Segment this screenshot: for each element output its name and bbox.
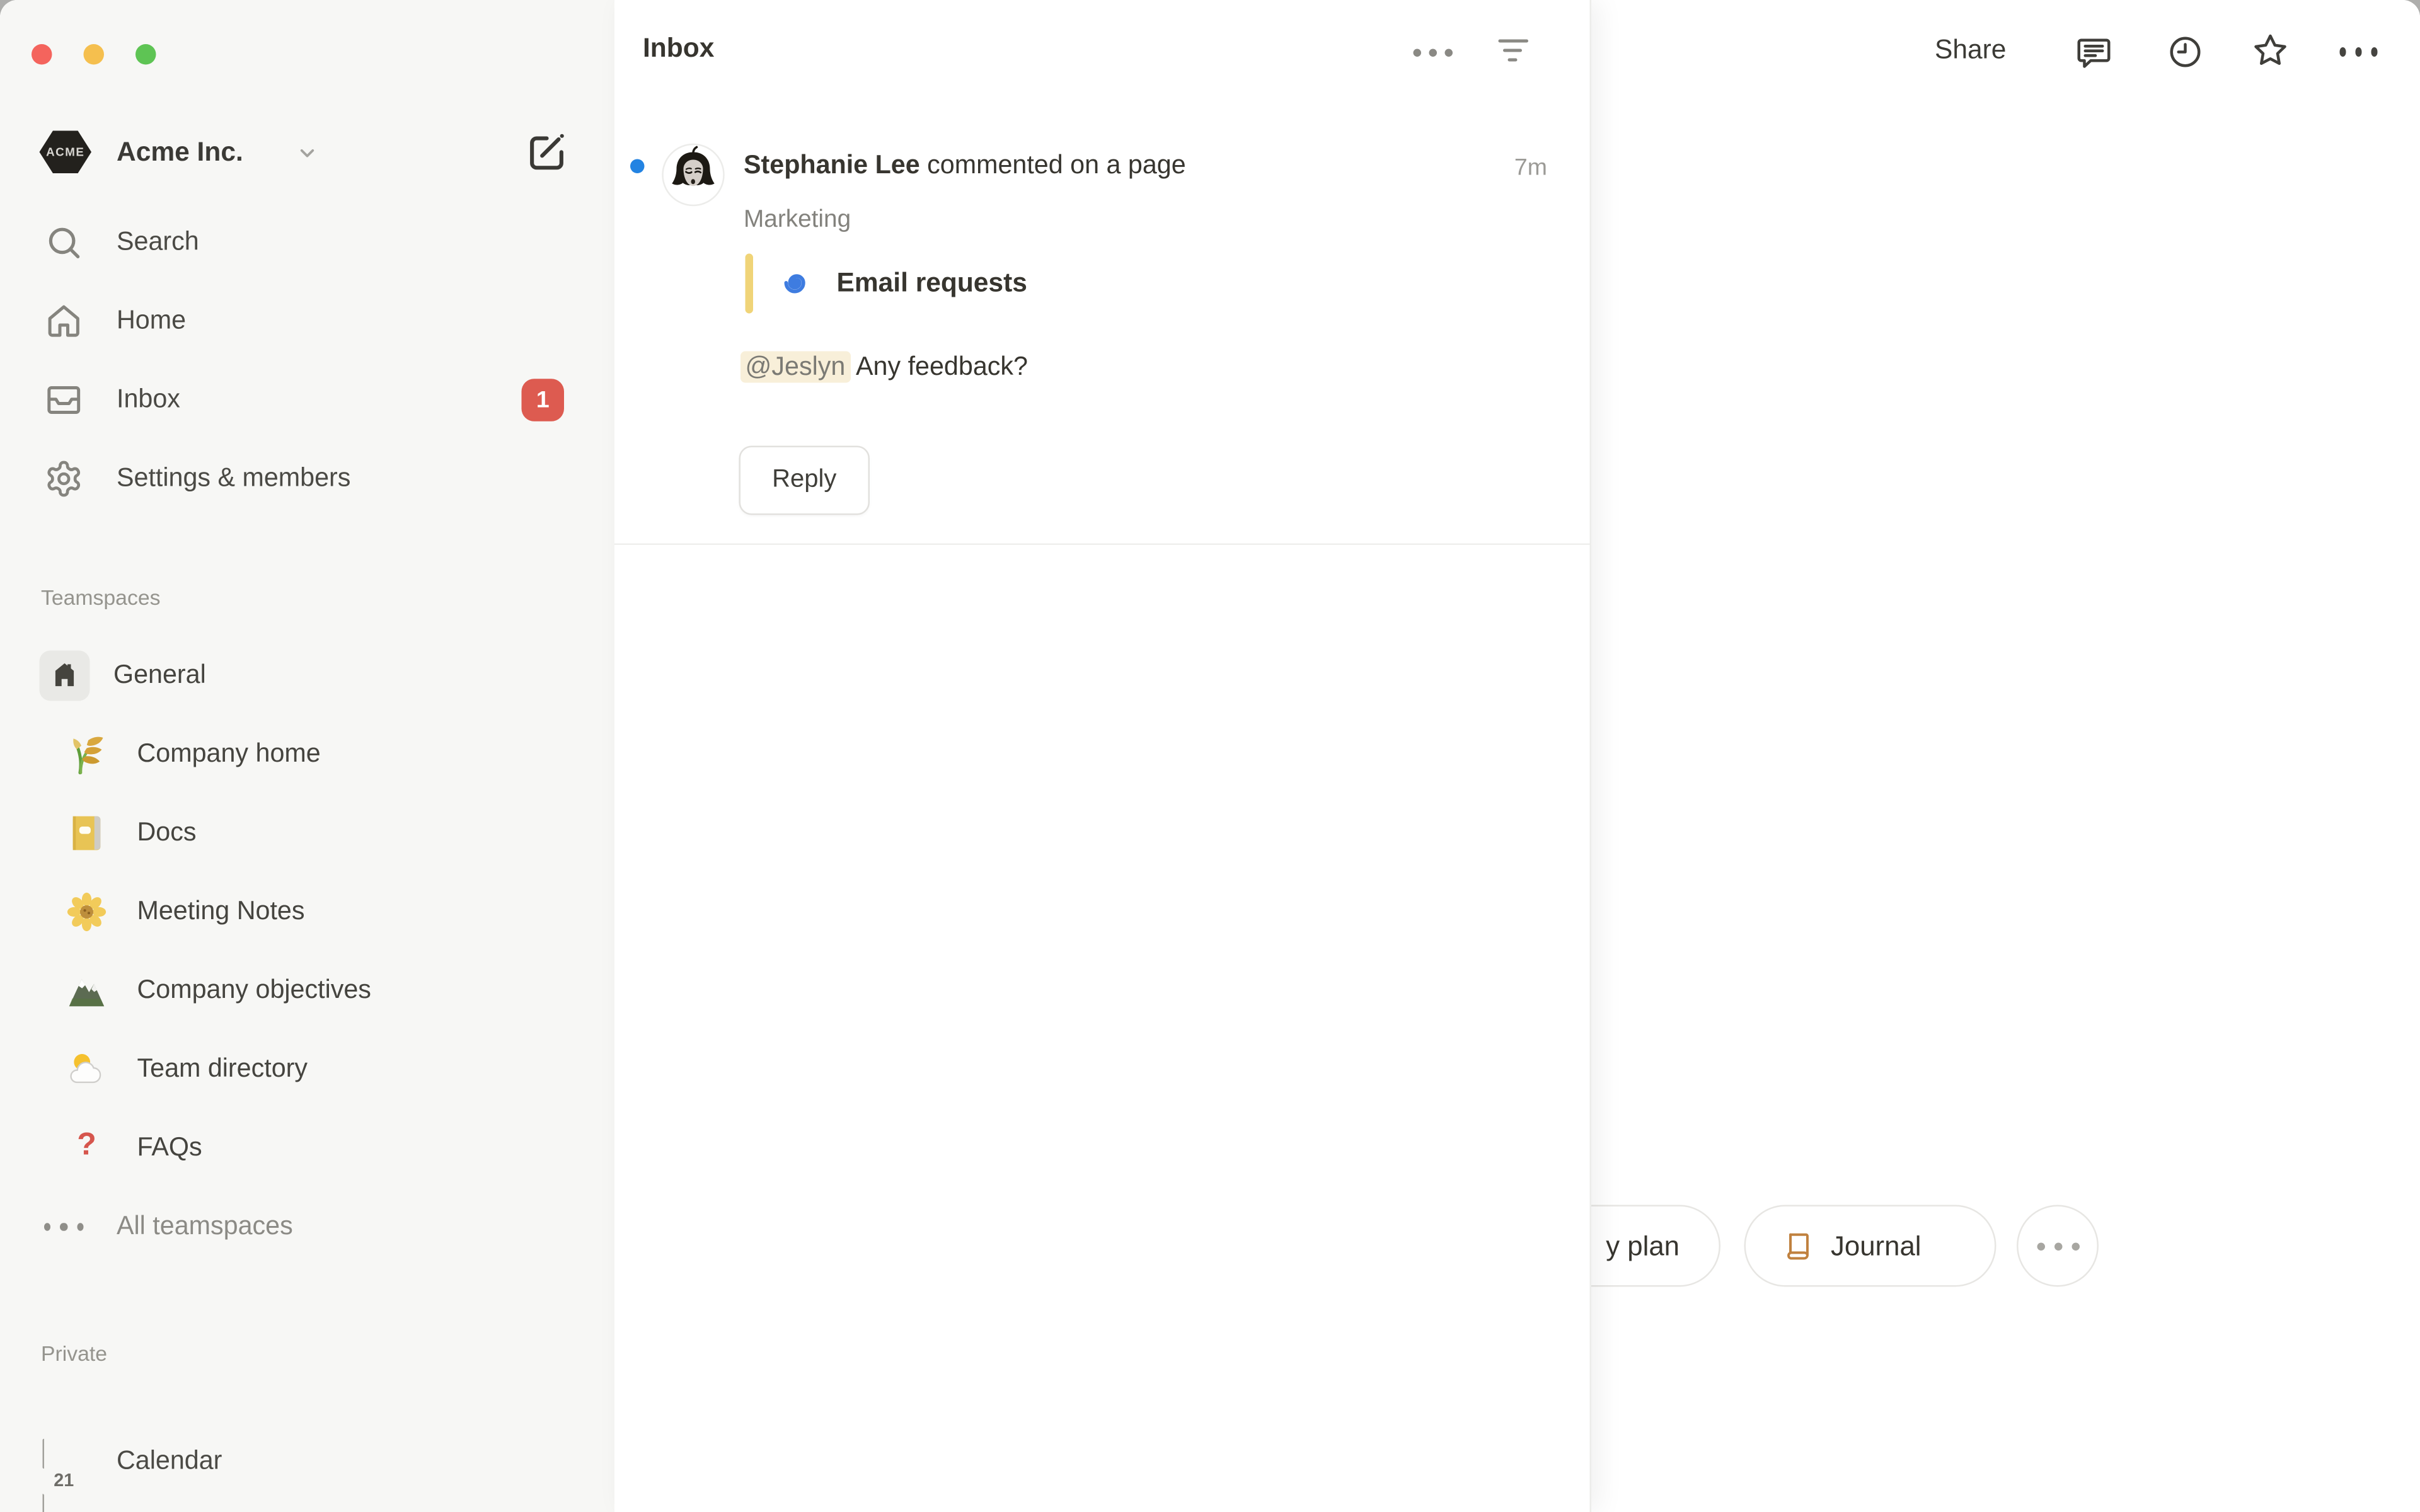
comment-text: Any feedback? [856,353,1028,381]
app-window: ACME Acme Inc. Search Home Inbox 1 [0,0,2420,1512]
mountain-icon [65,969,109,1013]
sidebar-item-search[interactable]: Search [0,203,614,282]
inbox-title: Inbox [643,33,714,65]
mention-chip[interactable]: @Jeslyn [740,352,850,383]
sidebar-item-docs[interactable]: Docs [0,794,614,873]
share-button[interactable]: Share [1935,35,2006,66]
gear-icon [44,459,84,499]
calendar-icon: 21 [43,1440,86,1483]
home-icon [44,302,84,341]
teamspace-label: FAQs [137,1133,202,1164]
sidebar-item-label: Home [117,306,186,336]
sidebar-item-team-directory[interactable]: Team directory [0,1030,614,1109]
private-list: 21 Calendar [0,1423,614,1501]
chevron-down-icon [296,142,318,164]
sidebar-item-faqs[interactable]: ? FAQs [0,1109,614,1188]
teamspaces-section-header[interactable]: Teamspaces [41,586,160,610]
notification-divider [614,544,1590,546]
journal-page-pill[interactable]: Journal [1744,1205,1997,1287]
private-item-label: Calendar [117,1446,222,1477]
workspace-logo-text: ACME [46,145,84,159]
window-zoom-button[interactable] [135,44,156,65]
teamspace-label: All teamspaces [117,1212,293,1242]
sun-behind-cloud-icon [65,1048,109,1092]
cyclone-icon [778,266,813,301]
sidebar-item-company-home[interactable]: Company home [0,715,614,794]
teamspace-label: Team directory [137,1055,308,1085]
sidebar-item-general[interactable]: General [0,636,614,715]
sidebar-item-company-objectives[interactable]: Company objectives [0,951,614,1030]
inbox-unread-badge: 1 [522,379,565,421]
avatar [662,144,725,207]
sidebar-item-label: Inbox [117,385,180,415]
sidebar-nav: Search Home Inbox 1 Settings & members [0,203,614,518]
ellipsis-icon [44,1207,84,1247]
inbox-more-icon[interactable] [1407,37,1458,68]
sheaf-of-rice-icon [65,733,109,777]
journal-icon [1782,1229,1816,1263]
comments-icon[interactable] [2075,33,2113,71]
sidebar-item-meeting-notes[interactable]: Meeting Notes [0,873,614,951]
teamspaces-list: General Company home [0,636,614,1266]
teamspace-label: Meeting Notes [137,897,305,927]
history-clock-icon[interactable] [2167,33,2204,71]
workspace-switcher[interactable]: ACME Acme Inc. [19,125,460,180]
action-text: commented on a page [927,151,1186,180]
journal-pill-label: Journal [1831,1229,1922,1263]
inbox-filter-icon[interactable] [1487,40,1538,68]
workspace-name: Acme Inc. [117,137,243,169]
more-pages-pill[interactable] [2017,1205,2099,1287]
sidebar-item-all-teamspaces[interactable]: All teamspaces [0,1188,614,1266]
question-mark-icon: ? [65,1126,109,1171]
quote-bar [746,254,754,314]
more-options-icon[interactable] [2340,33,2378,71]
sidebar-item-label: Search [117,227,199,258]
plan-pill-label: y plan [1606,1229,1680,1263]
teamspace-label: General [113,661,206,691]
teamspace-label: Company home [137,740,321,770]
sidebar-item-settings[interactable]: Settings & members [0,440,614,518]
sidebar-item-inbox[interactable]: Inbox 1 [0,361,614,440]
sidebar-item-calendar[interactable]: 21 Calendar [0,1423,614,1501]
teamspace-label: Docs [137,818,197,849]
workspace-logo: ACME [40,131,92,174]
inbox-icon [44,381,84,420]
reply-button[interactable]: Reply [739,446,870,515]
blossom-icon [65,890,109,934]
teamspace-label: Company objectives [137,976,371,1006]
sidebar-item-home[interactable]: Home [0,282,614,361]
notification-headline: Stephanie Lee commented on a page [744,151,1186,181]
window-minimize-button[interactable] [84,44,105,65]
page-title-link[interactable]: Email requests [837,268,1027,299]
private-section-header[interactable]: Private [41,1342,107,1366]
sidebar-item-label: Settings & members [117,464,350,494]
comment-body: @Jeslyn Any feedback? [740,353,1028,383]
new-page-icon[interactable] [525,129,569,173]
favorite-star-icon[interactable] [2252,32,2290,69]
notification-time: 7m [1514,154,1547,181]
search-icon [44,223,84,263]
ledger-icon [65,811,109,856]
actor-name: Stephanie Lee [744,151,920,180]
house-icon [40,651,90,701]
ellipsis-icon [2036,1206,2079,1285]
sidebar: ACME Acme Inc. Search Home Inbox 1 [0,0,614,1512]
breadcrumb: Marketing [744,207,851,235]
window-close-button[interactable] [32,44,52,65]
notification-item[interactable]: Stephanie Lee commented on a page 7m Mar… [614,123,1590,544]
inbox-popover: Inbox Stephanie Lee commented on a page … [614,0,1591,1512]
unread-dot [630,159,645,174]
